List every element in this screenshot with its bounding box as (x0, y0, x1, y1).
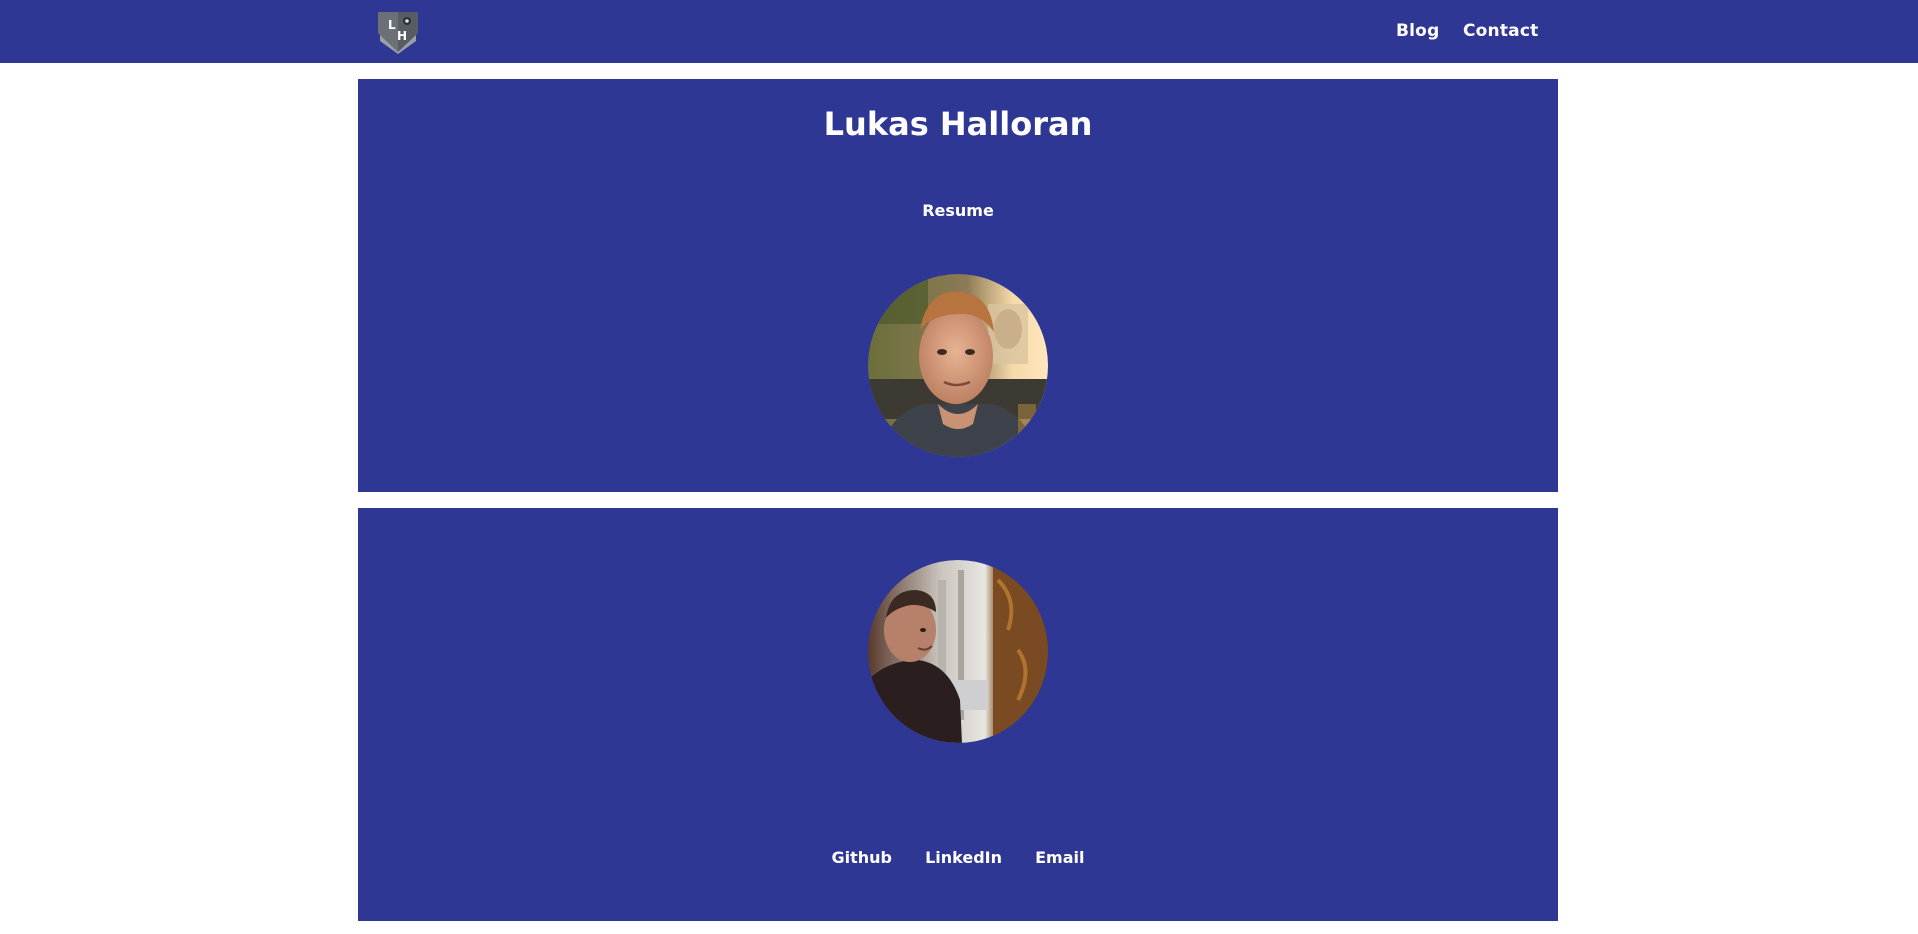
github-link[interactable]: Github (832, 848, 893, 867)
top-navbar: L H Blog Contact (0, 0, 1918, 63)
email-link[interactable]: Email (1035, 848, 1084, 867)
svg-text:H: H (397, 29, 407, 43)
shield-logo-icon: L H (378, 12, 418, 54)
resume-link[interactable]: Resume (358, 201, 1558, 220)
nav-contact-link[interactable]: Contact (1463, 21, 1538, 41)
hero-panel: Lukas Halloran Resume (358, 79, 1558, 492)
home-logo-link[interactable]: L H (375, 9, 421, 55)
svg-text:L: L (388, 18, 396, 32)
about-panel: Github LinkedIn Email (358, 508, 1558, 921)
portrait-photo (868, 274, 1048, 457)
nav-blog-link[interactable]: Blog (1396, 21, 1439, 41)
social-links: Github LinkedIn Email (358, 848, 1558, 867)
side-profile-photo (868, 560, 1048, 743)
linkedin-link[interactable]: LinkedIn (925, 848, 1002, 867)
page-title: Lukas Halloran (823, 105, 1093, 143)
